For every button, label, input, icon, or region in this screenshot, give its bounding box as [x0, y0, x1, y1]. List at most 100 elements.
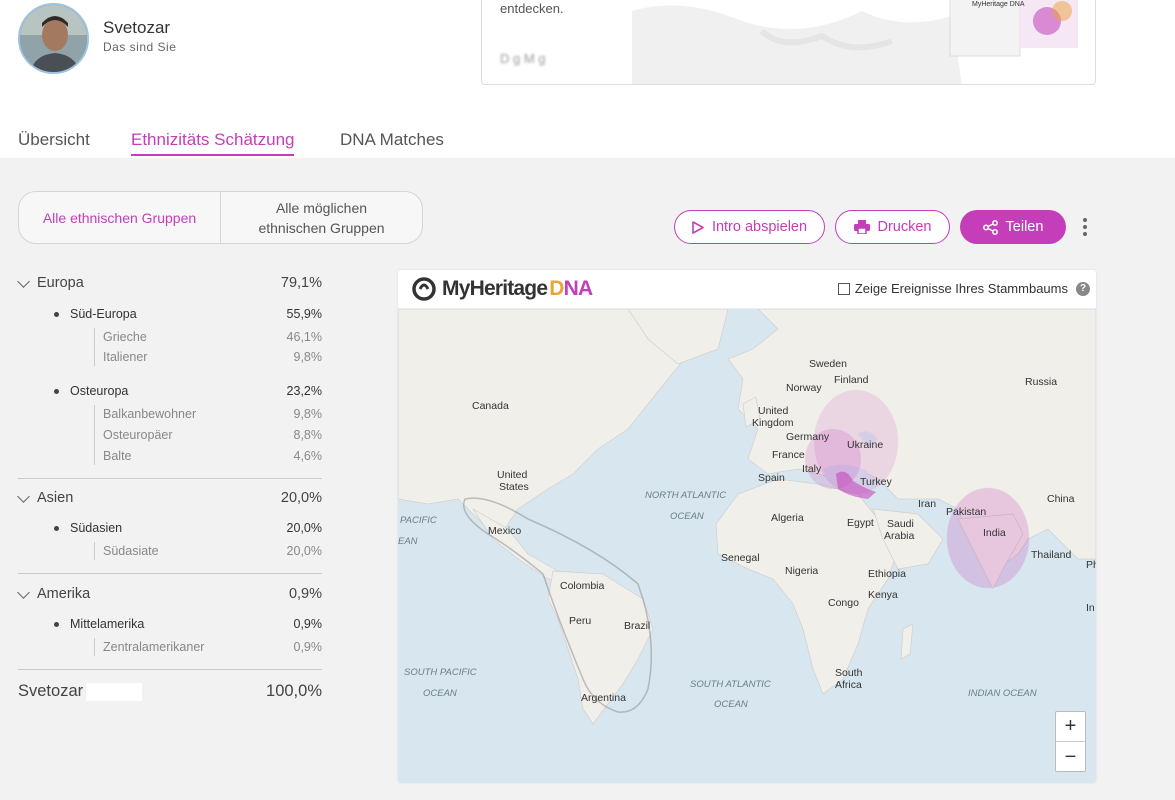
ethnicity-label: Südasiate	[103, 544, 159, 558]
total-row: Svetozar 100,0%	[18, 682, 322, 701]
map-label-nigeria: Nigeria	[785, 565, 818, 577]
map-label-peru: Peru	[569, 615, 591, 627]
subregion-row-south-europe[interactable]: Süd-Europa 55,9%	[18, 307, 322, 321]
map-label-uk-2: Kingdom	[752, 417, 794, 429]
region-value: 20,0%	[280, 490, 322, 506]
map-label-norway: Norway	[786, 382, 822, 394]
family-tree-events-toggle[interactable]: Zeige Ereignisse Ihres Stammbaums ?	[837, 281, 1090, 296]
map-label-pacific-2: EAN	[398, 536, 418, 547]
region-row-america[interactable]: Amerika 0,9%	[17, 586, 322, 602]
map-label-france: France	[772, 449, 805, 461]
dna-promo-banner[interactable]: entdecken. D g M g MyHeritage DNA	[481, 0, 1096, 85]
map-label-us-2: States	[499, 481, 529, 493]
user-subtitle: Das sind Sie	[103, 40, 177, 54]
ethnicity-label: Balte	[103, 449, 132, 463]
share-button[interactable]: Teilen	[960, 210, 1066, 244]
map-label-mexico: Mexico	[488, 525, 521, 537]
ethnicity-value: 8,8%	[293, 428, 323, 442]
world-map[interactable]: Canada United States Mexico Colombia Per…	[398, 308, 1096, 783]
ethnicity-row-east-european[interactable]: Osteuropäer 8,8%	[18, 428, 322, 442]
subregion-value: 0,9%	[293, 617, 323, 631]
ethnicity-label: Grieche	[103, 330, 147, 344]
total-value: 100,0%	[266, 682, 322, 700]
more-options-icon[interactable]	[1082, 218, 1088, 238]
map-label-saudi-1: Saudi	[887, 518, 914, 530]
ethnicity-row-italian[interactable]: Italiener 9,8%	[18, 350, 322, 364]
map-label-italy: Italy	[802, 463, 822, 475]
map-label-senegal: Senegal	[721, 552, 760, 564]
avatar[interactable]	[18, 3, 89, 74]
map-label-germany: Germany	[786, 431, 830, 443]
divider	[18, 478, 322, 479]
zoom-out-button[interactable]: −	[1056, 742, 1085, 772]
ethnicity-value: 0,9%	[293, 640, 323, 654]
region-row-europe[interactable]: Europa 79,1%	[17, 275, 322, 291]
region-label: Europa	[37, 275, 84, 291]
map-label-egypt: Egypt	[847, 517, 874, 529]
region-value: 79,1%	[280, 275, 322, 291]
ethnicity-label: Zentralamerikaner	[103, 640, 205, 654]
map-label-indian-ocean: INDIAN OCEAN	[968, 688, 1037, 699]
map-label-sweden: Sweden	[809, 358, 847, 370]
map-label-iran: Iran	[918, 498, 936, 510]
divider	[18, 573, 322, 574]
bullet-icon	[54, 526, 59, 531]
subregion-row-eastern-europe[interactable]: Osteuropa 23,2%	[18, 384, 322, 398]
region-row-asia[interactable]: Asien 20,0%	[17, 490, 322, 506]
print-button[interactable]: Drucken	[835, 210, 950, 244]
subregion-value: 20,0%	[286, 521, 322, 535]
share-icon	[982, 219, 998, 235]
subregion-value: 55,9%	[286, 307, 322, 321]
map-label-ukraine: Ukraine	[847, 439, 883, 451]
chevron-down-icon[interactable]	[17, 490, 30, 503]
total-label: Svetozar	[18, 682, 84, 700]
logo-dna-d: D	[549, 277, 564, 300]
tab-overview[interactable]: Übersicht	[18, 130, 90, 150]
ethnicity-filter-toggle: Alle ethnischen Gruppen Alle möglichen e…	[18, 191, 423, 244]
map-label-thailand: Thailand	[1031, 549, 1071, 561]
map-label-pakistan: Pakistan	[946, 506, 986, 518]
ethnicity-row-central-american[interactable]: Zentralamerikaner 0,9%	[18, 640, 322, 654]
subregion-label: Mittelamerika	[70, 617, 145, 631]
map-label-colombia: Colombia	[560, 580, 605, 592]
zoom-in-button[interactable]: +	[1056, 712, 1085, 742]
subregion-label: Osteuropa	[70, 384, 129, 398]
myheritage-dna-logo: MyHeritage DNA	[412, 277, 593, 301]
bullet-icon	[54, 622, 59, 627]
region-label: Amerika	[37, 586, 91, 602]
map-label-philippines-partial: Ph	[1086, 559, 1096, 571]
avatar-photo	[20, 5, 87, 72]
map-label-russia: Russia	[1025, 376, 1057, 388]
map-label-algeria: Algeria	[771, 512, 804, 524]
map-label-india: India	[983, 527, 1006, 539]
chevron-down-icon[interactable]	[17, 586, 30, 599]
filter-all-possible-groups[interactable]: Alle möglichen ethnischen Gruppen	[221, 192, 422, 243]
ethnicity-row-baltic[interactable]: Balte 4,6%	[18, 449, 322, 463]
help-icon[interactable]: ?	[1076, 281, 1090, 296]
tab-dna-matches[interactable]: DNA Matches	[340, 130, 444, 150]
redacted-surname	[86, 682, 143, 701]
subregion-row-south-asia[interactable]: Südasien 20,0%	[18, 521, 322, 535]
play-intro-button[interactable]: Intro abspielen	[674, 210, 825, 244]
map-label-argentina: Argentina	[581, 692, 626, 704]
map-label-north-atlantic-1: NORTH ATLANTIC	[645, 490, 726, 501]
map-header: MyHeritage DNA Zeige Ereignisse Ihres St…	[398, 270, 1096, 309]
ethnicity-label: Osteuropäer	[103, 428, 173, 442]
ethnicity-row-south-asian[interactable]: Südasiate 20,0%	[18, 544, 322, 558]
chevron-down-icon[interactable]	[17, 275, 30, 288]
family-tree-events-label: Zeige Ereignisse Ihres Stammbaums	[854, 281, 1068, 296]
map-label-south-atlantic-2: OCEAN	[714, 699, 748, 710]
map-label-ethiopia: Ethiopia	[868, 568, 906, 580]
filter-all-groups[interactable]: Alle ethnischen Gruppen	[19, 192, 221, 243]
subregion-row-central-america[interactable]: Mittelamerika 0,9%	[18, 617, 322, 631]
map-label-south-africa-1: South	[835, 667, 863, 679]
tab-ethnicity-estimate[interactable]: Ethnizitäts Schätzung	[131, 130, 295, 156]
checkbox[interactable]	[837, 282, 850, 295]
map-label-canada: Canada	[472, 400, 509, 412]
map-zoom-controls: + −	[1055, 711, 1086, 772]
ethnicity-row-balkan[interactable]: Balkanbewohner 9,8%	[18, 407, 322, 421]
map-label-uk-1: United	[758, 405, 789, 417]
bullet-icon	[54, 389, 59, 394]
map-label-south-pacific-1: SOUTH PACIFIC	[404, 667, 477, 678]
ethnicity-row-greek[interactable]: Grieche 46,1%	[18, 330, 322, 344]
